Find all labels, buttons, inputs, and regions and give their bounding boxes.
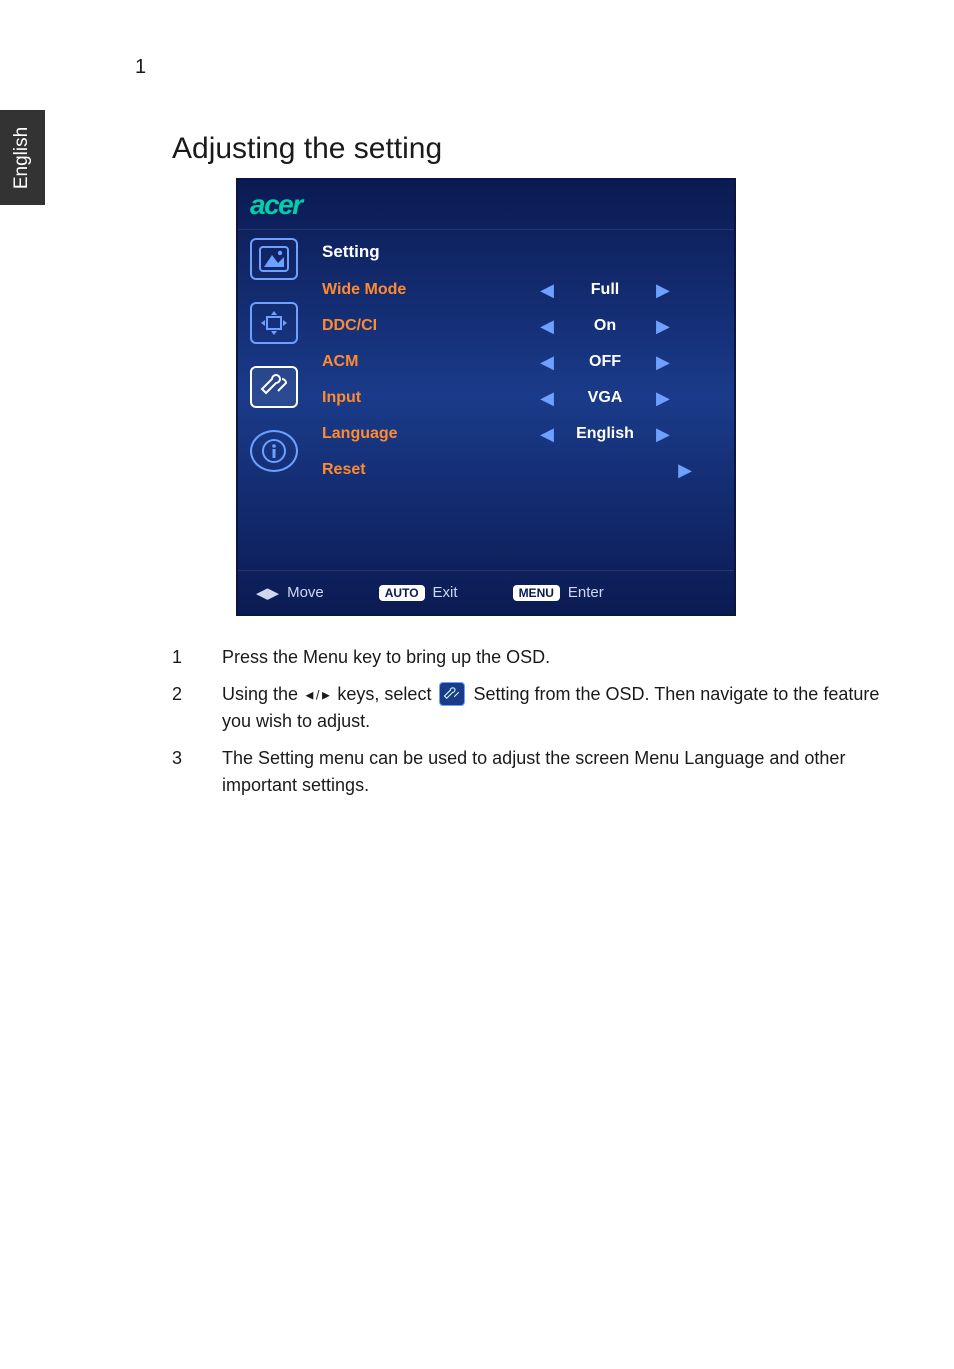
osd-footer: ◀▶ Move AUTO Exit MENU Enter: [238, 570, 734, 614]
instr-num: 3: [172, 745, 222, 799]
osd-row-ddcci: DDC/CI ◀ On ▶: [318, 308, 722, 344]
page-number: 1: [135, 56, 146, 79]
instr-text: Using the ◄/► keys, select Setting from …: [222, 681, 912, 735]
osd-value: OFF: [570, 353, 640, 371]
osd-label: Input: [318, 389, 488, 407]
arrow-left-icon[interactable]: ◀: [540, 280, 554, 301]
footer-enter: MENU Enter: [513, 584, 604, 601]
instr-text: Press the Menu key to bring up the OSD.: [222, 644, 912, 671]
arrow-right-icon[interactable]: ▶: [656, 424, 670, 445]
osd-value: On: [570, 317, 640, 335]
osd-row-language: Language ◀ English ▶: [318, 416, 722, 452]
arrow-right-icon[interactable]: ▶: [656, 388, 670, 409]
page-title: Adjusting the setting: [172, 132, 912, 166]
tools-icon[interactable]: [250, 366, 298, 408]
osd-label: Wide Mode: [318, 281, 488, 299]
instr-num: 1: [172, 644, 222, 671]
instr-num: 2: [172, 681, 222, 735]
position-icon[interactable]: [250, 302, 298, 344]
osd-row-wide-mode: Wide Mode ◀ Full ▶: [318, 272, 722, 308]
arrow-left-icon[interactable]: ◀: [540, 424, 554, 445]
arrow-right-icon[interactable]: ▶: [656, 352, 670, 373]
footer-move-label: Move: [287, 584, 324, 601]
osd-header: acer: [238, 180, 734, 230]
arrow-left-icon[interactable]: ◀: [540, 352, 554, 373]
language-tab-label: English: [12, 126, 34, 188]
osd-value: English: [570, 425, 640, 443]
osd-sidebar: [238, 230, 310, 570]
arrow-right-icon[interactable]: ▶: [678, 460, 692, 481]
acer-logo: acer: [250, 189, 302, 221]
osd-label: DDC/CI: [318, 317, 488, 335]
arrow-right-icon[interactable]: ▶: [656, 280, 670, 301]
footer-exit: AUTO Exit: [379, 584, 458, 601]
footer-move: ◀▶ Move: [256, 584, 324, 602]
picture-icon[interactable]: [250, 238, 298, 280]
instruction-3: 3 The Setting menu can be used to adjust…: [172, 745, 912, 799]
arrow-right-icon[interactable]: ▶: [656, 316, 670, 337]
instr-2b: keys, select: [332, 684, 436, 704]
tools-inline-icon: [439, 682, 465, 706]
osd-row-input: Input ◀ VGA ▶: [318, 380, 722, 416]
arrow-left-icon[interactable]: ◀: [540, 388, 554, 409]
footer-enter-label: Enter: [568, 584, 604, 601]
instr-text: The Setting menu can be used to adjust t…: [222, 745, 912, 799]
osd-label: Language: [318, 425, 488, 443]
osd-row-acm: ACM ◀ OFF ▶: [318, 344, 722, 380]
language-tab: English: [0, 110, 45, 205]
osd-value: Full: [570, 281, 640, 299]
arrow-left-icon[interactable]: ◀: [540, 316, 554, 337]
info-icon[interactable]: [250, 430, 298, 472]
osd-value: VGA: [570, 389, 640, 407]
instruction-1: 1 Press the Menu key to bring up the OSD…: [172, 644, 912, 671]
footer-exit-label: Exit: [433, 584, 458, 601]
move-arrows-icon: ◀▶: [256, 584, 279, 602]
menu-badge: MENU: [513, 585, 560, 601]
osd-menu-title: Setting: [322, 242, 722, 262]
osd-main: Setting Wide Mode ◀ Full ▶ DDC/CI ◀ On ▶: [310, 230, 734, 570]
osd-row-reset: Reset ▶: [318, 452, 722, 488]
auto-badge: AUTO: [379, 585, 425, 601]
instruction-2: 2 Using the ◄/► keys, select Setting fro…: [172, 681, 912, 735]
instr-2a: Using the: [222, 684, 303, 704]
instructions: 1 Press the Menu key to bring up the OSD…: [172, 644, 912, 799]
osd-label: Reset: [318, 461, 488, 479]
osd-panel: acer Setting Wide Mode: [236, 178, 736, 616]
left-right-keys-icon: ◄/►: [303, 688, 332, 703]
osd-label: ACM: [318, 353, 488, 371]
